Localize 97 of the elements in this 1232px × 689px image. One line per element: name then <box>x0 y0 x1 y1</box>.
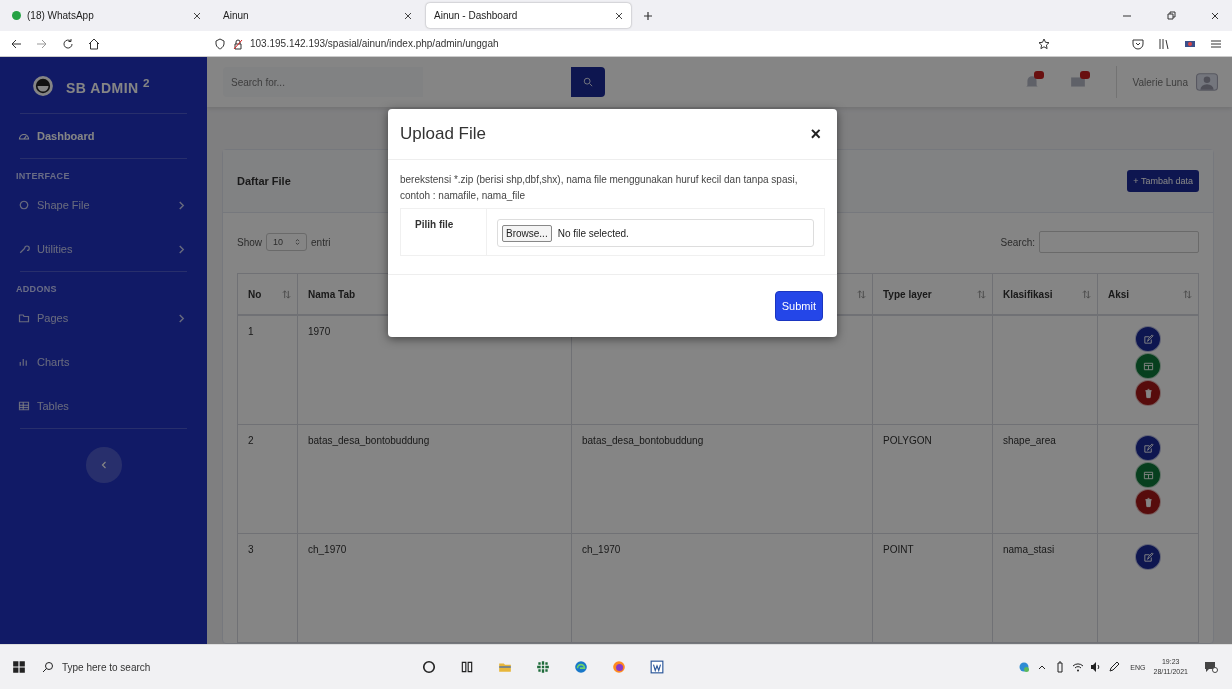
bar-chart-icon <box>18 356 30 368</box>
star-icon[interactable] <box>1038 37 1050 50</box>
wrench-icon <box>18 243 30 255</box>
notification-badge <box>1033 71 1044 79</box>
close-icon[interactable] <box>1210 10 1220 21</box>
sidebar-item[interactable]: Utilities <box>12 227 195 271</box>
home-icon[interactable] <box>88 37 100 50</box>
shield-icon <box>214 37 226 50</box>
word-icon[interactable] <box>650 660 664 674</box>
column-header[interactable]: Klasifikasi <box>992 273 1098 315</box>
notifications-icon[interactable] <box>1204 660 1218 674</box>
table-cell: POLYGON <box>883 435 932 446</box>
forward-arrow-icon[interactable] <box>36 37 48 50</box>
notification-badge <box>1079 71 1090 79</box>
file-status: No file selected. <box>557 227 629 239</box>
close-button[interactable]: × <box>808 123 823 145</box>
firefox-icon[interactable] <box>612 660 626 674</box>
field-label: Pilih file <box>401 209 487 255</box>
library-icon[interactable] <box>1158 37 1170 50</box>
back-arrow-icon[interactable] <box>10 37 22 50</box>
chevron-left-icon <box>100 461 107 469</box>
network-globe-icon[interactable] <box>1018 661 1031 673</box>
sidebar-heading: ADDONS <box>15 283 58 296</box>
search-field[interactable]: Search for... <box>223 67 423 97</box>
sidebar-item[interactable]: Dashboard <box>12 114 195 158</box>
table-search-field[interactable] <box>1039 231 1199 253</box>
cortana-circle-icon[interactable] <box>422 660 436 674</box>
sidebar-item[interactable]: Shape File <box>12 183 195 227</box>
table-button[interactable] <box>1135 462 1161 488</box>
column-header[interactable]: No <box>237 273 298 315</box>
lock-icon <box>232 37 244 50</box>
browser-tab[interactable]: Ainun - Dashboard <box>426 3 631 28</box>
up-down-caret-icon <box>295 238 301 246</box>
new-tab-icon[interactable] <box>643 10 653 21</box>
card-title: Daftar File <box>237 175 291 187</box>
search-icon <box>583 76 593 87</box>
dialog-title: Upload File <box>400 124 486 144</box>
search-label: Search: <box>1000 236 1035 248</box>
table-cell: 1970 <box>308 326 331 337</box>
table-button[interactable] <box>1135 353 1161 379</box>
folder-icon <box>18 312 30 324</box>
submit-button[interactable]: Submit <box>774 291 823 321</box>
sidebar-item[interactable]: Pages <box>12 296 195 340</box>
table-cell: 3 <box>248 544 254 555</box>
edit-button[interactable] <box>1135 544 1161 570</box>
show-label: Show <box>237 236 262 248</box>
pocket-icon[interactable] <box>1132 37 1144 50</box>
edit-button[interactable] <box>1135 435 1161 461</box>
column-header[interactable]: Type layer <box>872 273 993 315</box>
table-icon <box>1142 360 1154 372</box>
restore-icon[interactable] <box>1166 10 1176 21</box>
user-name[interactable]: Valerie Luna <box>1132 76 1188 88</box>
brand-logo[interactable]: SB ADMIN $^{2}$ <box>12 57 195 113</box>
table-cell: POINT <box>883 544 914 555</box>
delete-button[interactable] <box>1135 489 1161 515</box>
edge-browser-icon[interactable] <box>574 660 588 674</box>
table-cell: shape_area <box>1003 435 1056 446</box>
table-icon <box>18 400 30 412</box>
table-cell: ch_1970 <box>582 544 621 555</box>
browser-tab[interactable]: (18) WhatsApp <box>4 3 209 28</box>
address-bar[interactable]: 103.195.142.193/spasial/ainun/index.php/admin/unggah <box>214 37 814 50</box>
browser-tab[interactable]: Ainun <box>215 3 420 28</box>
close-icon[interactable] <box>193 11 201 20</box>
table-cell: nama_stasi <box>1003 544 1055 555</box>
table-icon <box>1142 469 1154 481</box>
table-cell: batas_desa_bontobuddung <box>308 435 430 446</box>
trash-icon <box>1142 496 1154 508</box>
close-icon[interactable] <box>615 11 623 20</box>
delete-button[interactable] <box>1135 380 1161 406</box>
wifi-icon[interactable] <box>1072 661 1085 673</box>
sidebar-item[interactable]: Tables <box>12 384 195 428</box>
upload-instructions: berekstensi *.zip (berisi shp,dbf,shx), nama file menggunakan huruf kecil dan tanpa spasi, contoh : namafile, nama_file <box>400 173 799 203</box>
sidebar-item[interactable]: Charts <box>12 340 195 384</box>
edit-button[interactable] <box>1135 326 1161 352</box>
taskbar-search-field[interactable]: Type here to search <box>42 661 422 673</box>
table-cell: 1 <box>248 326 254 337</box>
table-cell: batas_desa_bontobuddung <box>582 435 704 446</box>
sidebar-heading: INTERFACE <box>15 170 71 183</box>
table-cell: ch_1970 <box>308 544 347 555</box>
entries-label: entri <box>311 236 331 248</box>
add-data-button[interactable]: + Tambah data <box>1127 170 1199 192</box>
menu-icon[interactable] <box>1210 37 1222 50</box>
brand-name: SB ADMIN $^{2}$ <box>66 76 151 96</box>
table-cell: 2 <box>248 435 254 446</box>
reload-icon[interactable] <box>62 37 74 50</box>
column-header[interactable]: Aksi <box>1097 273 1199 315</box>
grid-app-icon[interactable] <box>536 660 550 674</box>
page-size-select[interactable]: 10 <box>266 233 308 251</box>
browse-button[interactable]: Browse... <box>502 224 552 242</box>
file-input-field[interactable]: Browse... No file selected. <box>497 219 814 247</box>
trash-icon <box>1142 387 1154 399</box>
task-view-icon[interactable] <box>460 660 474 674</box>
windows-logo-icon[interactable] <box>12 660 26 674</box>
search-icon <box>42 661 54 673</box>
close-icon[interactable] <box>404 11 412 20</box>
pen-icon[interactable] <box>1108 661 1121 673</box>
laughing-face-icon <box>32 75 54 97</box>
